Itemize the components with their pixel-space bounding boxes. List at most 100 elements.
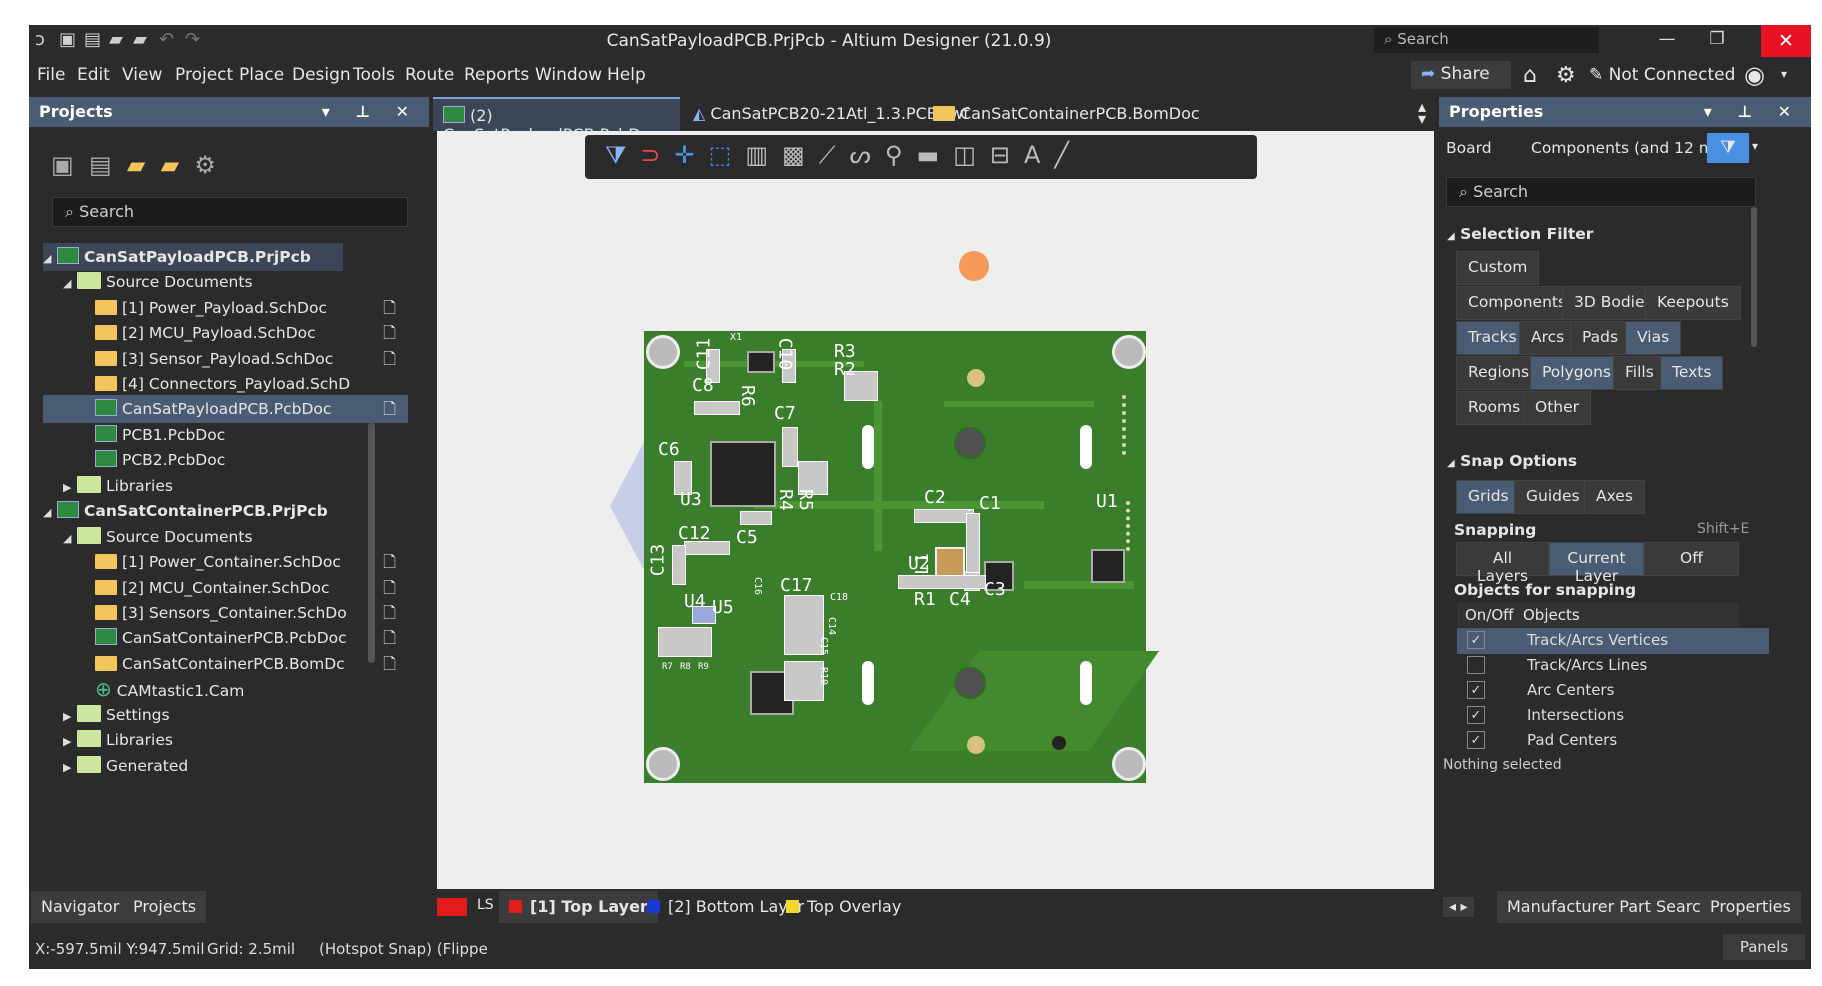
filter-tracks[interactable]: Tracks <box>1456 321 1529 355</box>
pad-r1-c4[interactable] <box>898 575 986 589</box>
global-search[interactable]: ⌕ Search <box>1374 27 1599 53</box>
filter-other[interactable]: Other <box>1523 391 1592 425</box>
user-account-icon[interactable]: ◉ <box>1744 61 1765 89</box>
snap-row-arc-centers[interactable]: ✓ Arc Centers <box>1457 678 1769 704</box>
menu-file[interactable]: File <box>37 65 65 85</box>
gear-icon[interactable]: ⚙ <box>1556 63 1576 88</box>
restore-button[interactable]: ❐ <box>1699 29 1735 49</box>
tab-projects[interactable]: Projects <box>123 891 207 923</box>
tab-payload-pcbdoc[interactable]: (2) CanSatPayloadPCB.PcbDoc ▾ <box>433 97 680 163</box>
tab-navigator[interactable]: Navigator <box>31 891 130 923</box>
tree-doc-sensor-payload[interactable]: [3] Sensor_Payload.SchDoc 🗋 <box>43 345 408 373</box>
menu-help[interactable]: Help <box>607 65 646 85</box>
tree-doc-pcb1[interactable]: PCB1.PcbDoc <box>43 421 408 449</box>
layer-top[interactable]: [1] Top Layer <box>499 891 658 923</box>
ic-u1[interactable] <box>1091 549 1125 583</box>
filter-pads[interactable]: Pads <box>1570 321 1631 355</box>
collapse-arrow-icon[interactable]: ▶ <box>63 754 77 782</box>
tree-doc-mcu-container[interactable]: [2] MCU_Container.SchDoc 🗋 <box>43 574 408 602</box>
select-icon[interactable]: ⬚ <box>709 141 746 169</box>
tree-doc-container-bom[interactable]: CanSatContainerPCB.BomDc 🗋 <box>43 650 408 678</box>
pad-c13[interactable] <box>672 545 686 585</box>
projects-search[interactable]: ⌕ Search <box>52 197 408 227</box>
menu-view[interactable]: View <box>122 65 162 85</box>
pad-c8[interactable] <box>694 401 740 415</box>
diff-pair-icon[interactable]: ᔕ <box>850 141 885 169</box>
snap-row-vertices[interactable]: ✓ Track/Arcs Vertices <box>1457 628 1769 654</box>
snap-guides[interactable]: Guides <box>1514 480 1592 514</box>
tree-source-docs-1[interactable]: ◢ Source Documents <box>43 268 408 296</box>
track-icon[interactable]: ⟋ <box>819 141 850 169</box>
route-icon[interactable]: ⊃ <box>640 141 674 169</box>
pad-c1[interactable] <box>966 513 980 573</box>
open-folder-icon[interactable]: ▰ <box>127 151 145 179</box>
layer-top-overlay[interactable]: Top Overlay <box>776 891 911 923</box>
panel-scroll-left-icon[interactable]: ◂ ▸ <box>1443 897 1474 917</box>
tree-doc-payload-pcb[interactable]: CanSatPayloadPCB.PcbDoc 🗋 <box>43 395 408 423</box>
save-project-icon[interactable]: ▣ <box>51 151 74 179</box>
pad-c2[interactable] <box>914 509 974 523</box>
menu-place[interactable]: Place <box>239 65 284 85</box>
snap-off[interactable]: Off <box>1644 542 1739 576</box>
tree-doc-container-pcb[interactable]: CanSatContainerPCB.PcbDoc 🗋 <box>43 624 408 652</box>
filter-rooms[interactable]: Rooms <box>1456 391 1533 425</box>
filter-arcs[interactable]: Arcs <box>1519 321 1577 355</box>
minimize-button[interactable]: — <box>1649 29 1685 49</box>
pad-r7-r8-r9[interactable] <box>658 627 712 657</box>
tree-generated[interactable]: ▶ Generated <box>43 752 408 780</box>
tree-doc-power-container[interactable]: [1] Power_Container.SchDoc 🗋 <box>43 548 408 576</box>
component-icon[interactable]: ▩ <box>782 141 819 169</box>
tree-doc-power-payload[interactable]: [1] Power_Payload.SchDoc 🗋 <box>43 294 408 322</box>
pad-c5[interactable] <box>740 511 772 525</box>
properties-scrollbar[interactable] <box>1751 207 1757 347</box>
copy-icon[interactable]: ▤ <box>89 151 112 179</box>
snap-grids[interactable]: Grids <box>1456 480 1521 514</box>
tree-doc-pcb2[interactable]: PCB2.PcbDoc <box>43 446 408 474</box>
panel-controls[interactable]: ▾ ⊥ ✕ <box>1704 102 1801 121</box>
filter-vias[interactable]: Vias <box>1625 321 1682 355</box>
filter-button[interactable]: ⧩ <box>1707 133 1749 163</box>
pad-c7[interactable] <box>782 427 798 467</box>
snap-current-layer[interactable]: Current Layer <box>1549 542 1644 585</box>
tree-scrollbar[interactable] <box>368 423 375 663</box>
tree-source-docs-2[interactable]: ◢ Source Documents <box>43 523 408 551</box>
snap-axes[interactable]: Axes <box>1584 480 1645 514</box>
layer-color-swatch[interactable] <box>437 898 467 916</box>
snap-all-layers[interactable]: All Layers <box>1456 542 1549 585</box>
tab-properties[interactable]: Properties <box>1700 891 1801 923</box>
filter-dropdown-icon[interactable]: ▾ <box>1752 139 1758 153</box>
panels-button[interactable]: Panels <box>1723 934 1805 960</box>
selection-filter-header[interactable]: ◢ Selection Filter <box>1447 225 1593 243</box>
snap-options-header[interactable]: ◢ Snap Options <box>1447 452 1577 470</box>
filter-regions[interactable]: Regions <box>1456 356 1542 390</box>
tree-doc-camtastic[interactable]: ⊕ CAMtastic1.Cam <box>43 675 408 703</box>
properties-search[interactable]: ⌕ Search <box>1446 177 1756 207</box>
snap-row-intersections[interactable]: ✓ Intersections <box>1457 703 1769 729</box>
filter-custom[interactable]: Custom <box>1456 251 1540 285</box>
connection-status[interactable]: ✎ Not Connected <box>1589 65 1735 85</box>
tree-libraries-1[interactable]: ▶ Libraries <box>43 472 408 500</box>
tree-doc-connectors-payload[interactable]: [4] Connectors_Payload.SchD <box>43 370 408 398</box>
checkbox-checked-icon[interactable]: ✓ <box>1467 731 1485 749</box>
user-menu-chevron-icon[interactable]: ▾ <box>1781 67 1787 81</box>
filter-fills[interactable]: Fills <box>1613 356 1666 390</box>
move-icon[interactable]: ✛ <box>675 141 709 169</box>
checkbox-checked-icon[interactable]: ✓ <box>1467 706 1485 724</box>
tree-doc-mcu-payload[interactable]: [2] MCU_Payload.SchDoc 🗋 <box>43 319 408 347</box>
align-icon[interactable]: ▥ <box>745 141 782 169</box>
via-icon[interactable]: ⚲ <box>885 141 917 169</box>
checkbox-checked-icon[interactable]: ✓ <box>1467 681 1485 699</box>
crystal-x1[interactable] <box>747 351 775 373</box>
panel-controls[interactable]: ▾ ⊥ ✕ <box>322 102 419 121</box>
tree-settings[interactable]: ▶ Settings <box>43 701 408 729</box>
settings-gear-icon[interactable]: ⚙ <box>194 151 216 179</box>
tab-bomdoc[interactable]: CanSatContainerPCB.BomDoc <box>923 97 1210 131</box>
pcb-canvas[interactable]: ⧩⊃✛⬚▥▩⟋ᔕ⚲▬◫⊟A╱ C11 X1 C10 R3 R2 C8 R6 C7… <box>437 131 1434 889</box>
filter-texts[interactable]: Texts <box>1660 356 1724 390</box>
snap-row-lines[interactable]: Track/Arcs Lines <box>1457 653 1769 679</box>
menu-route[interactable]: Route <box>405 65 454 85</box>
tree-project-container[interactable]: ◢ CanSatContainerPCB.PrjPcb <box>43 497 408 525</box>
close-button[interactable]: ✕ <box>1761 25 1811 57</box>
share-button[interactable]: ➦ Share <box>1411 61 1511 89</box>
line-icon[interactable]: ╱ <box>1054 141 1082 169</box>
